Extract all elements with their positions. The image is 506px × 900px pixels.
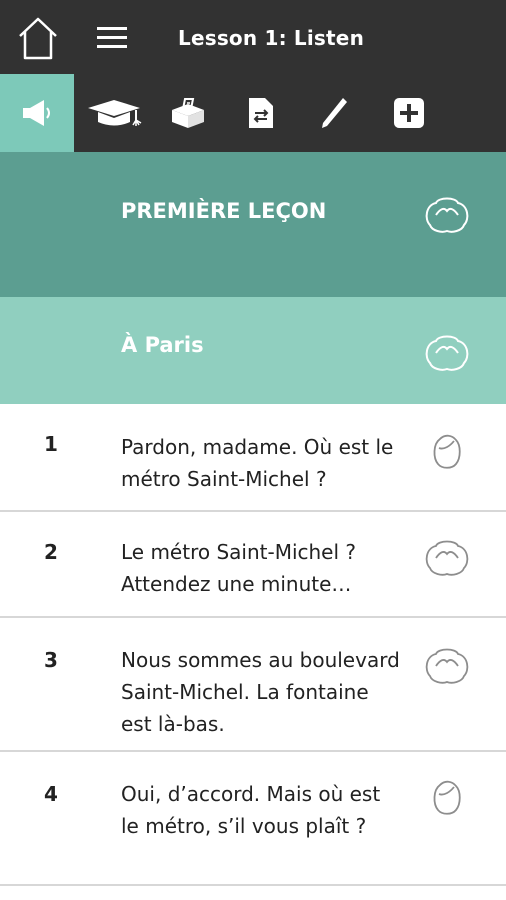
line-text: Pardon, madame. Où est le métro Saint-Mi… xyxy=(121,435,394,491)
page-title: Lesson 1: Listen xyxy=(178,26,365,50)
toolbar xyxy=(0,74,506,152)
menu-button[interactable] xyxy=(94,22,130,54)
tool-write-tab[interactable] xyxy=(297,74,371,152)
line-number: 1 xyxy=(44,432,58,456)
tool-vote-tab[interactable] xyxy=(151,74,225,152)
line-number: 4 xyxy=(44,782,58,806)
dialogue-line-1[interactable]: 1 Pardon, madame. Où est le métro Saint-… xyxy=(0,404,506,512)
home-icon xyxy=(19,17,57,60)
group-avatar-icon[interactable] xyxy=(422,331,472,373)
dialogue-title: À Paris xyxy=(121,333,204,357)
tool-translate-tab[interactable] xyxy=(224,74,298,152)
pencil-icon xyxy=(322,98,347,128)
line-text: Le métro Saint-Michel ? Attendez une min… xyxy=(121,540,357,596)
top-bar: Lesson 1: Listen xyxy=(0,0,506,74)
hamburger-menu-icon xyxy=(97,27,127,48)
group-avatar-icon[interactable] xyxy=(422,193,472,235)
document-swap-icon xyxy=(249,98,273,128)
tool-learn-tab[interactable] xyxy=(78,74,152,152)
line-number: 3 xyxy=(44,648,58,672)
dialogue-line-2[interactable]: 2 Le métro Saint-Michel ? Attendez une m… xyxy=(0,512,506,618)
line-text: Nous sommes au boulevard Saint-Michel. L… xyxy=(121,648,400,736)
home-button[interactable] xyxy=(14,14,62,62)
speaker-icon xyxy=(23,100,50,126)
tool-listen-tab[interactable] xyxy=(0,74,74,152)
dialogue-header[interactable]: À Paris xyxy=(0,297,506,404)
plus-square-icon xyxy=(394,98,424,128)
female-speaker-icon[interactable] xyxy=(430,778,464,818)
line-text: Oui, d’accord. Mais où est le métro, s’i… xyxy=(121,782,381,838)
ballot-box-icon xyxy=(172,98,204,128)
line-number: 2 xyxy=(44,540,58,564)
lesson-title: PREMIÈRE LEÇON xyxy=(121,199,327,223)
group-avatar-icon[interactable] xyxy=(422,644,472,686)
lesson-header[interactable]: PREMIÈRE LEÇON xyxy=(0,152,506,297)
graduation-cap-icon xyxy=(88,100,142,126)
dialogue-line-4[interactable]: 4 Oui, d’accord. Mais où est le métro, s… xyxy=(0,752,506,886)
female-speaker-icon[interactable] xyxy=(430,432,464,472)
tool-add-tab[interactable] xyxy=(372,74,446,152)
group-avatar-icon[interactable] xyxy=(422,536,472,578)
dialogue-line-3[interactable]: 3 Nous sommes au boulevard Saint-Michel.… xyxy=(0,618,506,752)
